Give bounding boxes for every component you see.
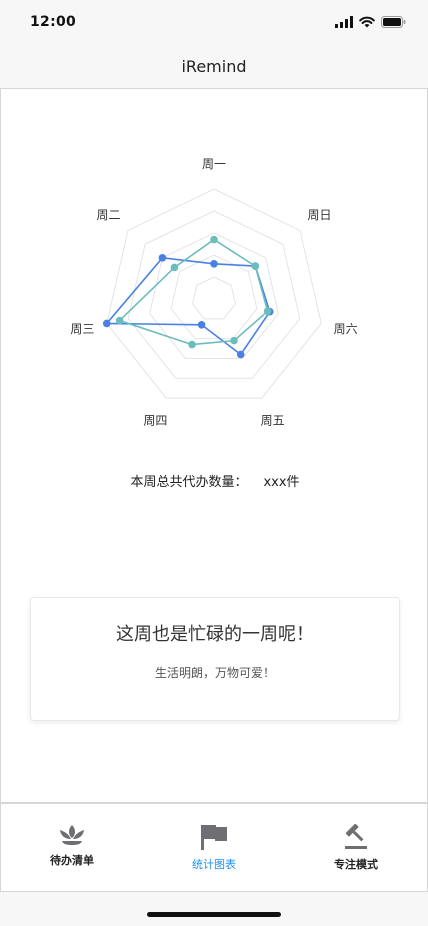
radar-axis-label: 周日 (308, 208, 332, 222)
radar-axis-label: 周六 (334, 322, 358, 336)
radar-data-point (102, 319, 111, 328)
radar-data-point (170, 263, 179, 272)
weekly-total-value: xxx件 (263, 475, 300, 490)
main-content: 周一周日周六周五 周四 周三 周二 本周总共代办数量： xxx件 这周也是忙碌的一周呢！… (0, 88, 428, 803)
card-title: 这周也是忙碌的一周呢！ (116, 624, 314, 645)
card-subtitle: 生活明朗，万物可爱！ (154, 666, 275, 680)
radar-axis-label: 周一 (202, 157, 226, 171)
radar-data-point (197, 320, 206, 329)
tab-statistics[interactable]: 统计图表 (143, 804, 285, 891)
radar-data-point (210, 260, 218, 268)
status-time: 12:00 (30, 14, 77, 30)
radar-data-point (115, 316, 124, 325)
flag-icon (201, 825, 227, 850)
tab-focus-mode[interactable]: 专注模式 (285, 804, 427, 891)
nav-bar: iRemind (0, 44, 428, 88)
radar-axis-label: 周二 (96, 208, 120, 222)
radar-data-point (188, 340, 196, 349)
radar-data-point (210, 235, 218, 244)
radar-axis-label: 周三 (70, 322, 94, 336)
weekly-total-label: 本周总共代办数量： (130, 475, 248, 490)
radar-data-point (263, 307, 272, 316)
tab-statistics-label: 统计图表 (192, 858, 236, 871)
radar-data-point (230, 336, 238, 345)
weekly-total: 本周总共代办数量： xxx件 (1, 471, 428, 490)
radar-series-line (118, 238, 269, 346)
tab-todo-list[interactable]: 待办清单 (1, 804, 143, 891)
radar-axis-label: 周五 (261, 414, 285, 428)
tab-bar: 待办清单 统计图表 专注模式 (0, 803, 428, 892)
status-bar: 12:00 (0, 0, 428, 44)
signal-icon (335, 16, 353, 28)
radar-data-point (158, 254, 167, 262)
home-indicator (147, 912, 281, 917)
lotus-icon (60, 825, 84, 845)
radar-chart: 周一周日周六周五 周四 周三 周二 (70, 157, 358, 428)
gavel-icon (345, 824, 367, 849)
radar-grid-ring (149, 232, 279, 359)
radar-axis-label: 周四 (143, 414, 167, 428)
radar-grid-ring (106, 188, 322, 399)
radar-data-point (251, 262, 260, 270)
battery-icon (381, 16, 406, 28)
radar-grid-ring (192, 276, 236, 320)
summary-card: 这周也是忙碌的一周呢！ 生活明朗，万物可爱！ (30, 597, 400, 721)
status-icons (335, 16, 406, 28)
page-title: iRemind (181, 56, 247, 76)
tab-focus-mode-label: 专注模式 (334, 858, 378, 871)
tab-todo-list-label: 待办清单 (50, 854, 94, 867)
wifi-icon (359, 16, 375, 28)
radar-data-point (236, 350, 245, 359)
